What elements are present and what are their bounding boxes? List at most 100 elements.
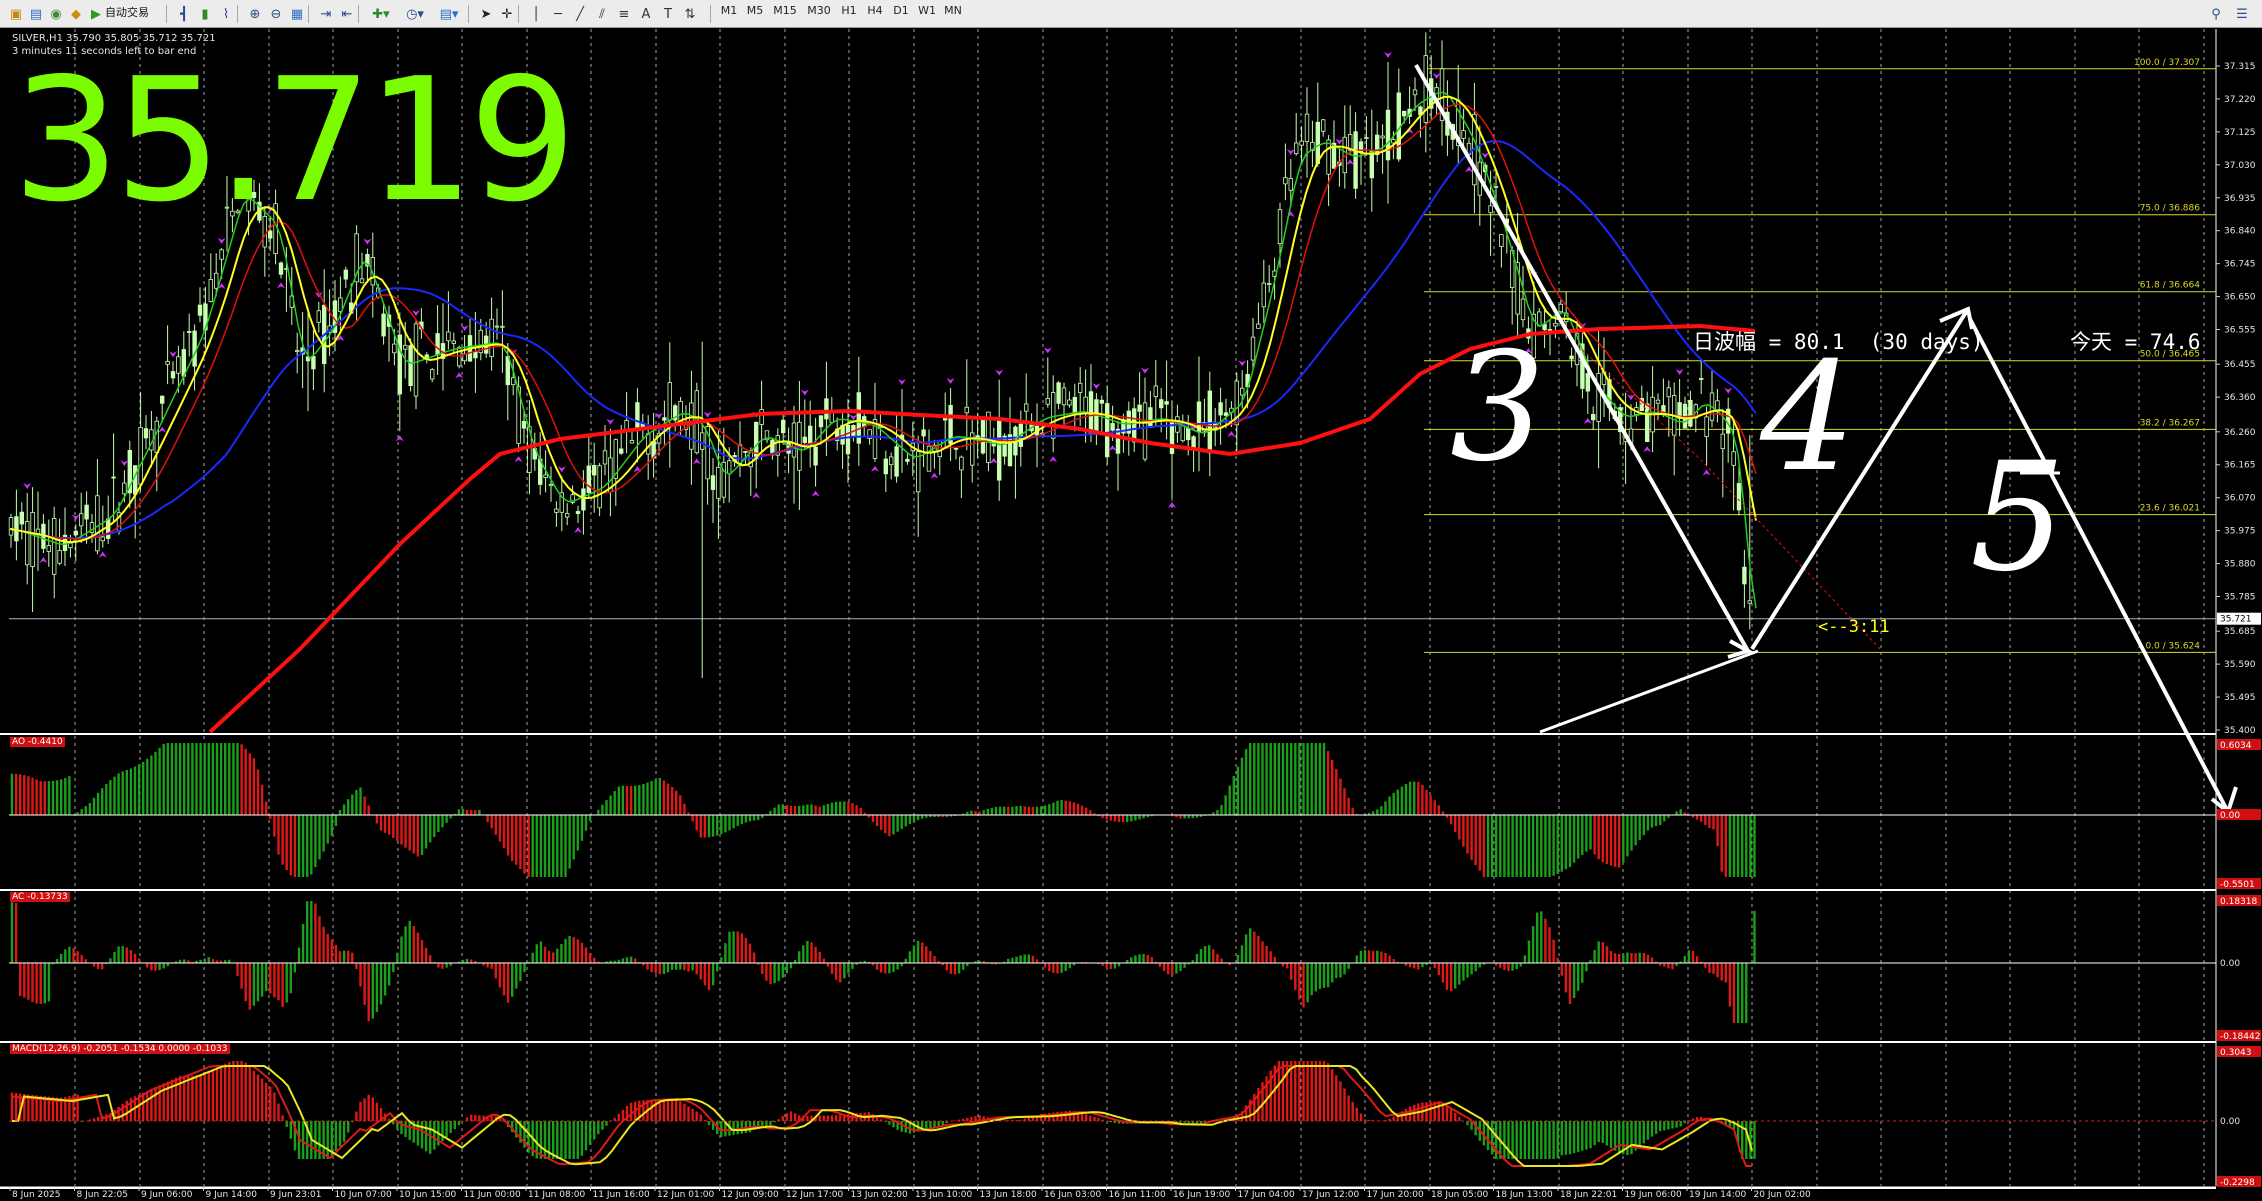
time-label: 19 Jun 06:00: [1625, 1190, 1682, 1200]
profiles-icon: ▤: [29, 7, 43, 22]
candle-body: [813, 446, 818, 466]
today-range-text: 今天 = 74.6: [2070, 330, 2201, 354]
candle-body: [1747, 600, 1752, 604]
candle-body: [905, 458, 910, 462]
auto-trading-icon: ▶: [91, 7, 101, 22]
candle-body: [35, 528, 41, 534]
zoom-out-icon[interactable]: ⊖: [266, 4, 286, 24]
candle-body: [1283, 177, 1288, 185]
price-tick-label: 35.975: [2224, 527, 2256, 537]
candle-body: [413, 323, 419, 397]
time-label: 9 Jun 14:00: [206, 1190, 258, 1200]
indicators-icon[interactable]: ✚▾: [366, 4, 396, 24]
channel-icon[interactable]: ⫽: [592, 4, 612, 24]
line-chart-icon[interactable]: ⌇: [216, 4, 236, 24]
candle-body: [1666, 387, 1671, 398]
auto-scroll-icon[interactable]: ⇥: [316, 4, 336, 24]
candle-body: [1294, 142, 1299, 155]
candle-body: [1720, 433, 1725, 450]
candle-body: [856, 392, 861, 444]
price-tick-label: 35.785: [2224, 593, 2256, 603]
timeframe-d1[interactable]: D1: [890, 4, 912, 24]
price-tick-label: 36.070: [2224, 494, 2256, 504]
timeframe-w1[interactable]: W1: [916, 4, 938, 24]
timeframe-h4[interactable]: H4: [864, 4, 886, 24]
toolbar-separator: [308, 5, 309, 23]
fibonacci-icon[interactable]: ≡: [614, 4, 634, 24]
time-label: 16 Jun 11:00: [1109, 1190, 1166, 1200]
candle-body: [808, 425, 813, 445]
arrows-icon[interactable]: ⇅: [680, 4, 700, 24]
candle-body: [73, 530, 78, 536]
candle-body: [889, 456, 894, 466]
auto-trading-label[interactable]: 自动交易: [105, 4, 149, 24]
navigator-icon: ◆: [71, 7, 81, 22]
candle-body: [1699, 378, 1704, 380]
menu-icon[interactable]: ☰: [2232, 4, 2252, 24]
timeframe-mn[interactable]: MN: [942, 4, 964, 24]
price-tick-label: 36.555: [2224, 326, 2256, 336]
candle-body: [1148, 407, 1153, 428]
candle-body: [500, 325, 505, 328]
search-icon[interactable]: ⚲: [2206, 4, 2226, 24]
time-label: 17 Jun 20:00: [1367, 1190, 1424, 1200]
new-chart-icon: ▣: [9, 7, 23, 22]
toolbar-separator: [166, 5, 167, 23]
candle-body: [424, 354, 429, 358]
candle-body: [311, 355, 316, 370]
chart-shift-icon[interactable]: ⇤: [337, 4, 357, 24]
price-tick-label: 36.165: [2224, 461, 2256, 471]
vertical-line-icon[interactable]: │: [526, 4, 546, 24]
bar-timer: <--3:11: [1818, 617, 1890, 637]
candle-body: [1402, 110, 1407, 117]
main-toolbar: ▣ ▤ ◉ ◆ ▶ 自动交易 ┫ ▮ ⌇ ⊕ ⊖ ▦ ⇥ ⇤ ✚▾ ◷▾ ▤▾ ➤ ✛ │ ─ ╱ ⫽ ≡ A T ⇅ M1 M5 M15…: [0, 0, 2262, 28]
candle-body: [1007, 434, 1013, 467]
candle-body: [1461, 130, 1466, 139]
price-tick-label: 37.220: [2224, 95, 2256, 105]
crosshair-icon[interactable]: ✛: [497, 4, 517, 24]
text-icon[interactable]: A: [636, 4, 656, 24]
candle-body: [8, 517, 14, 536]
timeframe-m1[interactable]: M1: [718, 4, 740, 24]
candle-body: [24, 521, 30, 566]
candle-body: [408, 345, 413, 386]
candle-body: [165, 361, 170, 365]
zoom-in-icon[interactable]: ⊕: [245, 4, 265, 24]
time-label: 12 Jun 17:00: [786, 1190, 843, 1200]
trendline-icon[interactable]: ╱: [570, 4, 590, 24]
text-label-icon[interactable]: T: [658, 4, 678, 24]
templates-icon[interactable]: ▤▾: [434, 4, 464, 24]
candle-body: [473, 351, 478, 359]
candle-body: [1569, 355, 1574, 360]
candle-body: [1688, 399, 1693, 427]
timeframe-m5[interactable]: M5: [744, 4, 766, 24]
candle-body: [921, 429, 926, 437]
candle-body: [575, 511, 581, 515]
candle-body: [624, 420, 629, 430]
price-tick-label: 36.260: [2224, 428, 2256, 438]
tile-windows-icon[interactable]: ▦: [287, 4, 307, 24]
periods-icon[interactable]: ◷▾: [400, 4, 430, 24]
price-tick-label: 37.125: [2224, 128, 2256, 138]
time-label: 16 Jun 19:00: [1173, 1190, 1230, 1200]
candle-body: [106, 518, 111, 539]
candle-body: [548, 484, 554, 487]
candle-body: [565, 513, 570, 518]
toolbar-separator: [710, 5, 711, 23]
candle-body: [1591, 414, 1596, 421]
bar-chart-icon[interactable]: ┫: [174, 4, 194, 24]
candle-body: [197, 304, 203, 316]
candle-body: [791, 422, 797, 458]
candle-body: [52, 518, 57, 575]
candlestick-icon[interactable]: ▮: [195, 4, 215, 24]
candle-body: [1553, 322, 1558, 327]
candle-body: [710, 475, 716, 490]
horizontal-line-icon[interactable]: ─: [548, 4, 568, 24]
timeframe-m30[interactable]: M30: [804, 4, 834, 24]
cursor-icon[interactable]: ➤: [476, 4, 496, 24]
candle-body: [208, 279, 213, 302]
candle-body: [494, 325, 500, 328]
timeframe-m15[interactable]: M15: [770, 4, 800, 24]
candle-body: [397, 334, 402, 395]
timeframe-h1[interactable]: H1: [838, 4, 860, 24]
